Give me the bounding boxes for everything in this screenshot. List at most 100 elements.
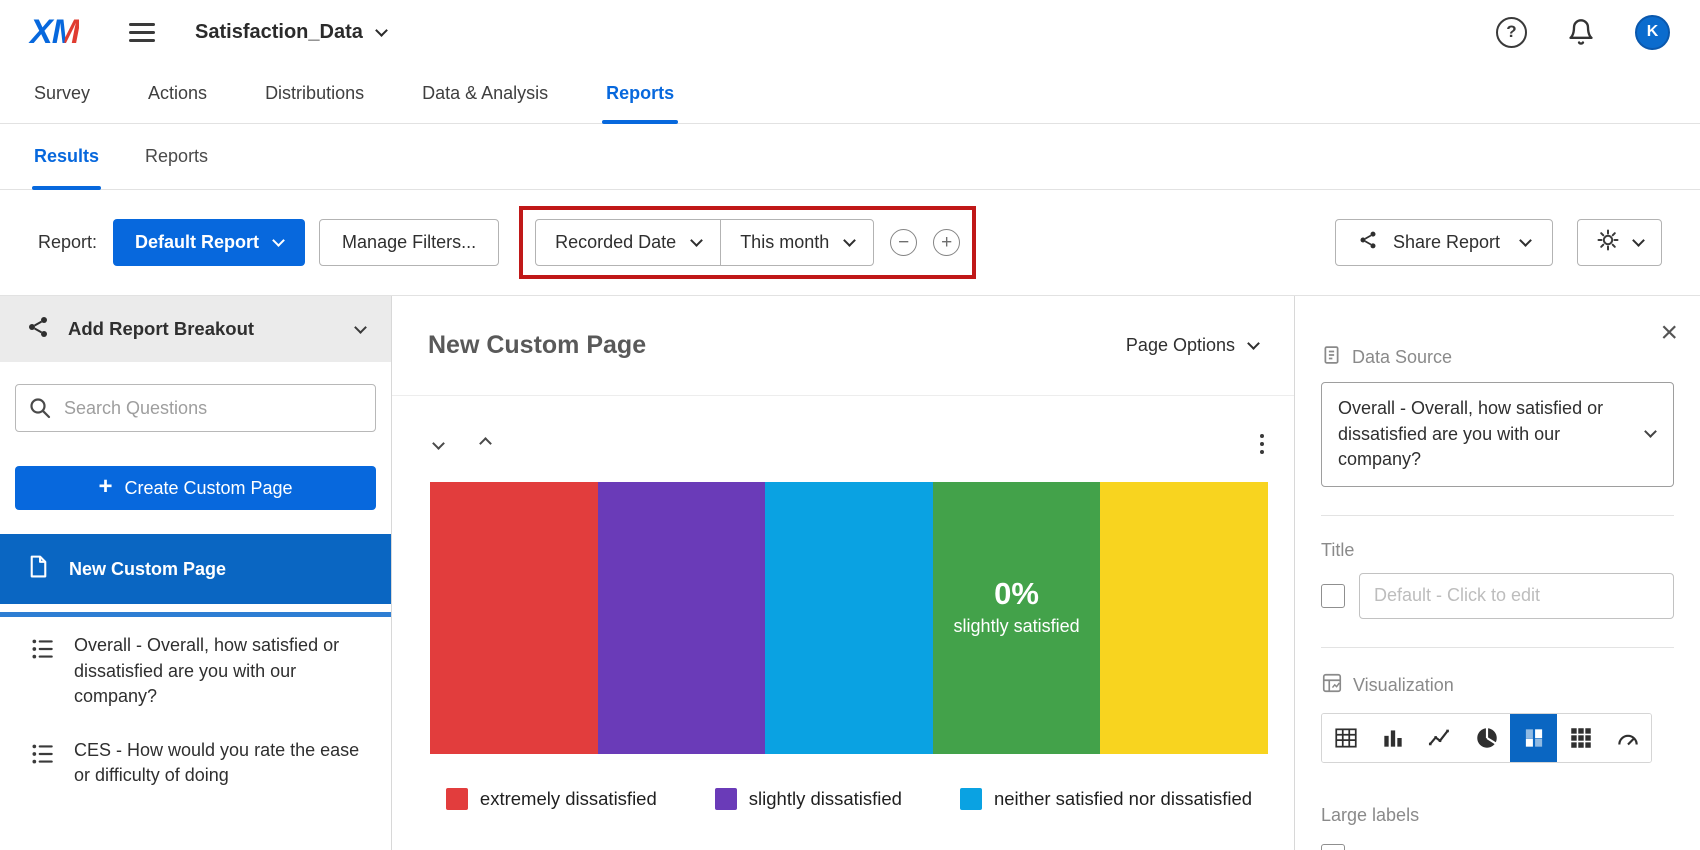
add-report-breakout-button[interactable]: Add Report Breakout	[0, 296, 391, 362]
project-title: Satisfaction_Data	[195, 21, 363, 44]
reports-subnav: Results Reports	[0, 124, 1700, 190]
report-page-area: New Custom Page Page Options 0%slightly …	[392, 296, 1294, 850]
main-nav: Survey Actions Distributions Data & Anal…	[0, 64, 1700, 124]
close-icon[interactable]: ×	[1660, 318, 1678, 348]
question-label: Overall - Overall, how satisfied or diss…	[74, 633, 363, 710]
filter-value-label: This month	[740, 232, 829, 253]
report-sidebar: Add Report Breakout + Create Custom Page…	[0, 296, 392, 850]
bar-data-label: 0%slightly satisfied	[933, 470, 1101, 742]
legend-swatch	[960, 788, 982, 810]
share-report-dropdown[interactable]: Share Report	[1335, 219, 1553, 266]
legend-swatch	[715, 788, 737, 810]
create-custom-page-label: Create Custom Page	[124, 478, 292, 499]
notifications-bell-icon[interactable]	[1567, 18, 1595, 46]
hamburger-menu-icon[interactable]	[129, 23, 155, 42]
viz-bar-chart-icon[interactable]	[1369, 714, 1416, 762]
widget-menu-kebab-icon[interactable]	[1256, 430, 1268, 458]
page-icon	[26, 554, 51, 584]
viz-table-icon[interactable]	[1322, 714, 1369, 762]
create-custom-page-button[interactable]: + Create Custom Page	[15, 466, 376, 510]
tab-actions[interactable]: Actions	[148, 64, 207, 123]
data-source-dropdown[interactable]: Overall - Overall, how satisfied or diss…	[1321, 382, 1674, 487]
legend-label: extremely dissatisfied	[480, 788, 657, 810]
subtab-reports[interactable]: Reports	[145, 124, 208, 189]
xm-logo: XM	[30, 13, 79, 52]
manage-filters-button[interactable]: Manage Filters...	[319, 219, 499, 266]
legend-swatch	[446, 788, 468, 810]
move-widget-down-button[interactable]	[430, 431, 447, 457]
question-label: CES - How would you rate the ease or dif…	[74, 738, 363, 789]
title-checkbox[interactable]	[1321, 584, 1345, 608]
bar-segment[interactable]	[598, 482, 766, 754]
viz-pie-chart-icon[interactable]	[1463, 714, 1510, 762]
legend-item: neither satisfied nor dissatisfied	[960, 788, 1252, 810]
project-selector[interactable]: Satisfaction_Data	[195, 21, 386, 44]
chart-widget: 0%slightly satisfied extremely dissatisf…	[392, 396, 1294, 810]
legend-item: extremely dissatisfied	[446, 788, 657, 810]
plus-icon: +	[98, 473, 112, 501]
tab-survey[interactable]: Survey	[34, 64, 90, 123]
title-input[interactable]	[1359, 573, 1674, 619]
divider	[1321, 515, 1674, 516]
page-options-dropdown[interactable]: Page Options	[1126, 335, 1258, 356]
xm-logo-x: X	[30, 13, 52, 51]
clipboard-icon	[1321, 344, 1342, 370]
help-icon[interactable]: ?	[1496, 17, 1527, 48]
avatar[interactable]: K	[1635, 15, 1670, 50]
tab-data-analysis[interactable]: Data & Analysis	[422, 64, 548, 123]
tab-distributions[interactable]: Distributions	[265, 64, 364, 123]
list-question-icon	[30, 741, 56, 767]
settings-dropdown[interactable]	[1577, 219, 1662, 266]
chevron-down-icon	[1632, 234, 1645, 247]
data-source-label: Data Source	[1352, 347, 1452, 368]
bar-segment[interactable]	[430, 482, 598, 754]
bar-segment[interactable]	[1100, 482, 1268, 754]
sidebar-item-question-overall[interactable]: Overall - Overall, how satisfied or diss…	[0, 617, 391, 722]
remove-filter-button[interactable]: −	[890, 229, 917, 256]
legend-label: neither satisfied nor dissatisfied	[994, 788, 1252, 810]
tab-reports[interactable]: Reports	[606, 64, 674, 123]
viz-pivot-table-icon[interactable]	[1557, 714, 1604, 762]
bar-segment[interactable]: 0%slightly satisfied	[933, 482, 1101, 754]
report-label: Report:	[38, 232, 97, 253]
subtab-results[interactable]: Results	[34, 124, 99, 189]
viz-stacked-bar-icon[interactable]	[1510, 714, 1557, 762]
bar-segment[interactable]	[765, 482, 933, 754]
date-filter-control: Recorded Date This month	[535, 219, 874, 266]
sidebar-item-question-ces[interactable]: CES - How would you rate the ease or dif…	[0, 722, 391, 801]
chevron-down-icon	[690, 234, 703, 247]
top-bar: XM Satisfaction_Data ? K	[0, 0, 1700, 64]
data-source-value: Overall - Overall, how satisfied or diss…	[1338, 398, 1603, 469]
filter-field-label: Recorded Date	[555, 232, 676, 253]
chevron-down-icon	[1519, 234, 1532, 247]
xm-logo-m: M	[52, 13, 79, 51]
filter-value-dropdown[interactable]: This month	[721, 220, 873, 265]
sidebar-item-new-custom-page[interactable]: New Custom Page	[0, 534, 391, 604]
divider	[1321, 647, 1674, 648]
search-questions-input[interactable]	[15, 384, 376, 432]
stacked-bar: 0%slightly satisfied	[430, 482, 1268, 754]
visualization-settings-panel: × Data Source Overall - Overall, how sat…	[1294, 296, 1700, 850]
large-labels-checkbox[interactable]	[1321, 844, 1345, 850]
viz-line-chart-icon[interactable]	[1416, 714, 1463, 762]
filter-field-dropdown[interactable]: Recorded Date	[536, 220, 721, 265]
share-icon	[1358, 230, 1378, 255]
large-labels-label: Large labels	[1321, 805, 1674, 826]
share-report-label: Share Report	[1393, 232, 1500, 253]
move-widget-up-button[interactable]	[477, 431, 494, 457]
viz-gauge-icon[interactable]	[1604, 714, 1651, 762]
chevron-down-icon	[354, 321, 367, 334]
breakout-icon	[26, 315, 50, 344]
visualization-label: Visualization	[1353, 675, 1454, 696]
page-options-label: Page Options	[1126, 335, 1235, 356]
sidebar-item-label: New Custom Page	[69, 559, 226, 580]
default-report-label: Default Report	[135, 232, 259, 253]
legend-label: slightly dissatisfied	[749, 788, 902, 810]
add-filter-button[interactable]: +	[933, 229, 960, 256]
visualization-picker	[1321, 713, 1652, 763]
default-report-dropdown[interactable]: Default Report	[113, 219, 305, 266]
report-toolbar: Report: Default Report Manage Filters...…	[0, 190, 1700, 296]
chevron-down-icon	[843, 234, 856, 247]
legend-item: slightly dissatisfied	[715, 788, 902, 810]
add-report-breakout-label: Add Report Breakout	[68, 318, 254, 340]
